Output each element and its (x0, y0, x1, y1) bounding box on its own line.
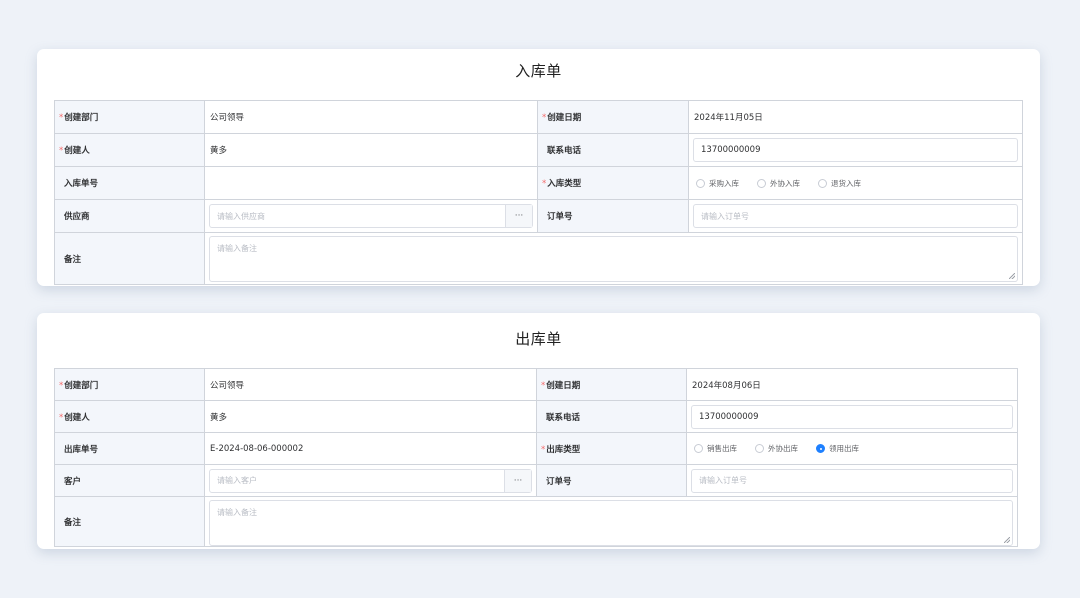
outbound-row-customer: 客户 请输入客户 ··· 订单号 请输入订单号 (54, 464, 1018, 497)
radio-requisition-outbound[interactable]: 领用出库 (816, 443, 859, 454)
remark-label: 备注 (64, 254, 82, 265)
radio-purchase-inbound[interactable]: 采购入库 (696, 178, 739, 189)
radio-return-inbound[interactable]: 退货入库 (818, 178, 861, 189)
date-label: 创建日期 (547, 113, 582, 123)
phone-label: 联系电话 (546, 412, 581, 423)
outbound-form-card: 出库单 *创建部门 公司领导 *创建日期 2024年08月06日 *创建人 黄多… (37, 313, 1040, 549)
customer-input[interactable]: 请输入客户 (210, 470, 504, 492)
remark-textarea[interactable]: 请输入备注 (209, 236, 1018, 282)
resize-handle-icon[interactable] (1009, 273, 1015, 279)
phone-input[interactable]: 13700000009 (693, 138, 1018, 162)
radio-circle-icon (755, 444, 764, 453)
creator-value: 黄多 (210, 412, 228, 423)
inbound-row-dept: *创建部门 公司领导 *创建日期 2024年11月05日 (54, 100, 1023, 134)
more-icon[interactable]: ··· (504, 469, 531, 492)
radio-circle-icon (694, 444, 703, 453)
dept-value: 公司领导 (210, 380, 245, 391)
inbound-type-label: 入库类型 (547, 179, 582, 189)
required-marker: * (59, 380, 64, 391)
inbound-row-supplier: 供应商 请输入供应商 ··· 订单号 请输入订单号 (54, 199, 1023, 233)
inbound-number-label: 入库单号 (64, 179, 99, 189)
supplier-label: 供应商 (64, 212, 90, 222)
outbound-form-title: 出库单 (515, 330, 562, 348)
order-input[interactable]: 请输入订单号 (691, 468, 1013, 493)
outbound-row-dept: *创建部门 公司领导 *创建日期 2024年08月06日 (54, 368, 1018, 401)
inbound-number-value (209, 178, 210, 188)
radio-sales-outbound[interactable]: 销售出库 (694, 443, 737, 454)
more-icon[interactable]: ··· (505, 205, 532, 227)
required-marker: * (541, 380, 546, 391)
radio-circle-icon (696, 178, 705, 188)
customer-picker: 请输入客户 ··· (209, 468, 532, 493)
outbound-row-number: 出库单号 E-2024-08-06-000002 *出库类型 销售出库 外协出库… (54, 432, 1018, 465)
required-marker: * (541, 444, 546, 455)
radio-outsource-outbound[interactable]: 外协出库 (755, 443, 798, 454)
required-marker: * (542, 113, 547, 123)
inbound-form-title: 入库单 (515, 62, 562, 80)
inbound-row-creator: *创建人 黄多 联系电话 13700000009 (54, 133, 1023, 167)
outbound-type-radio-group: 销售出库 外协出库 领用出库 (691, 443, 1013, 454)
creator-label: 创建人 (64, 146, 90, 156)
inbound-row-number: 入库单号 *入库类型 采购入库 外协入库 退货入库 (54, 166, 1023, 200)
supplier-picker: 请输入供应商 ··· (209, 204, 533, 228)
outbound-number-label: 出库单号 (64, 444, 99, 455)
inbound-form-card: 入库单 *创建部门 公司领导 *创建日期 2024年11月05日 *创建人 黄多… (37, 49, 1040, 286)
outbound-row-creator: *创建人 黄多 联系电话 13700000009 (54, 400, 1018, 433)
dept-value: 公司领导 (210, 113, 245, 123)
dept-label: 创建部门 (64, 113, 99, 123)
inbound-row-remark: 备注 请输入备注 (54, 232, 1023, 285)
creator-value: 黄多 (210, 146, 228, 156)
date-label: 创建日期 (546, 380, 581, 391)
radio-circle-icon (818, 178, 827, 188)
dept-label: 创建部门 (64, 380, 99, 391)
creator-label: 创建人 (64, 412, 90, 423)
remark-textarea[interactable]: 请输入备注 (209, 500, 1013, 546)
customer-label: 客户 (64, 476, 82, 487)
order-label: 订单号 (547, 212, 573, 222)
order-label: 订单号 (546, 476, 572, 487)
required-marker: * (59, 146, 64, 156)
order-input[interactable]: 请输入订单号 (693, 204, 1018, 228)
date-value: 2024年11月05日 (694, 113, 763, 123)
date-value: 2024年08月06日 (692, 380, 761, 391)
remark-label: 备注 (64, 517, 82, 528)
outbound-type-label: 出库类型 (546, 444, 581, 455)
required-marker: * (542, 179, 547, 189)
outbound-row-remark: 备注 请输入备注 (54, 496, 1018, 547)
required-marker: * (59, 113, 64, 123)
phone-label: 联系电话 (547, 146, 582, 156)
radio-circle-icon (757, 178, 766, 188)
outbound-form-table: *创建部门 公司领导 *创建日期 2024年08月06日 *创建人 黄多 联系电… (54, 368, 1018, 547)
inbound-type-radio-group: 采购入库 外协入库 退货入库 (693, 178, 1018, 189)
outbound-number-value: E-2024-08-06-000002 (210, 443, 304, 454)
inbound-form-table: *创建部门 公司领导 *创建日期 2024年11月05日 *创建人 黄多 联系电… (54, 100, 1023, 285)
resize-handle-icon[interactable] (1004, 537, 1010, 543)
required-marker: * (59, 412, 64, 423)
radio-outsource-inbound[interactable]: 外协入库 (757, 178, 800, 189)
phone-input[interactable]: 13700000009 (691, 404, 1013, 429)
supplier-input[interactable]: 请输入供应商 (210, 205, 505, 227)
radio-checked-icon (816, 444, 825, 453)
